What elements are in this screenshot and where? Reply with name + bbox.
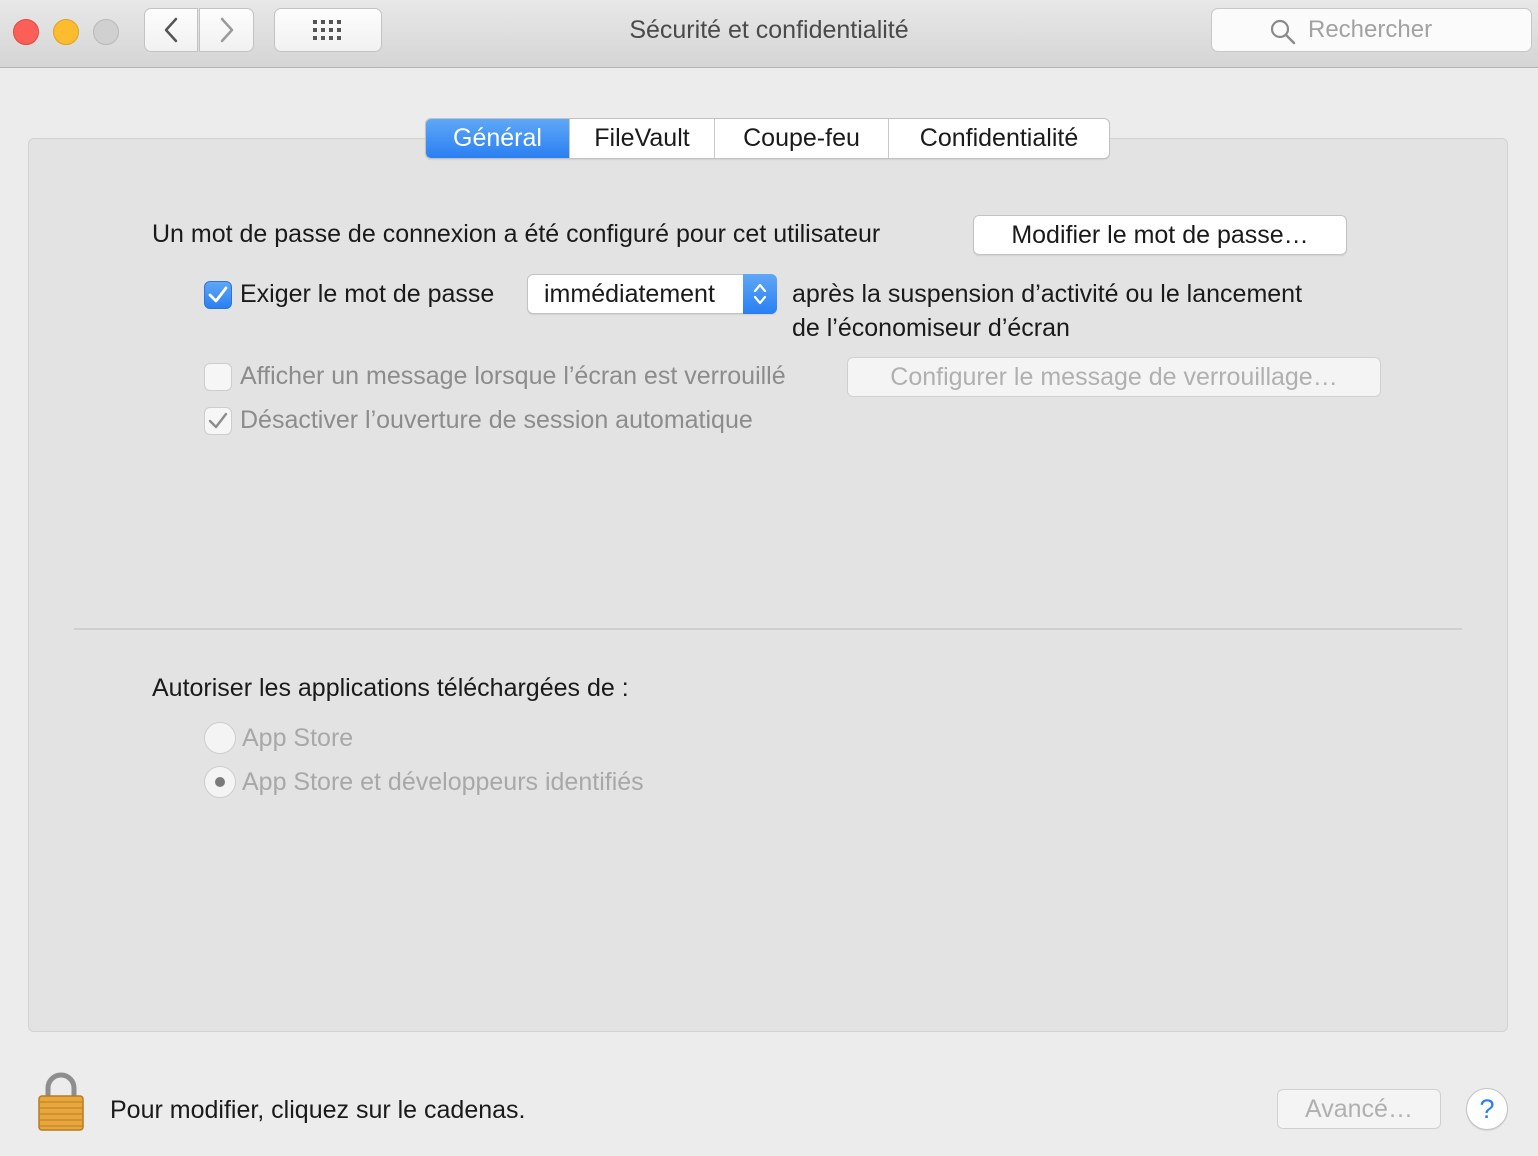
downloads-heading: Autoriser les applications téléchargées … [152,674,629,702]
require-password-after-text-1: après la suspension d’activité ou le lan… [792,280,1303,308]
require-password-label: Exiger le mot de passe [240,280,495,308]
disable-auto-login-label: Désactiver l’ouverture de session automa… [240,406,753,434]
radio-app-store-identified-label: App Store et développeurs identifiés [242,768,644,796]
password-delay-value: immédiatement [544,279,715,308]
show-message-checkbox[interactable] [204,363,232,391]
tab-firewall[interactable]: Coupe-feu [715,119,889,158]
help-button[interactable]: ? [1466,1088,1508,1130]
tab-general[interactable]: Général [426,119,570,158]
show-message-label: Afficher un message lorsque l’écran est … [240,362,786,390]
title-bar: Sécurité et confidentialité [0,0,1538,68]
lock-icon[interactable] [36,1072,86,1132]
popup-arrows-icon [743,274,777,314]
lock-instruction-text: Pour modifier, cliquez sur le cadenas. [110,1096,526,1124]
password-status-text: Un mot de passe de connexion a été confi… [152,220,881,248]
require-password-after-text-2: de l’économiseur d’écran [792,314,1070,342]
advanced-button[interactable]: Avancé… [1277,1089,1441,1129]
password-delay-popup[interactable]: immédiatement [527,274,777,314]
checkmark-icon [208,412,228,429]
search-field[interactable] [1211,8,1538,52]
require-password-checkbox[interactable] [204,281,232,309]
checkmark-icon [208,286,228,303]
section-divider [74,628,1462,630]
change-password-button[interactable]: Modifier le mot de passe… [973,215,1347,255]
tab-filevault[interactable]: FileVault [570,119,715,158]
content-panel [28,138,1508,1032]
tab-bar: Général FileVault Coupe-feu Confidential… [425,118,1110,159]
radio-app-store-label: App Store [242,724,354,752]
configure-lock-message-button[interactable]: Configurer le message de verrouillage… [847,357,1381,397]
search-input[interactable] [1308,16,1538,44]
disable-auto-login-checkbox[interactable] [204,407,232,435]
search-icon [1270,19,1296,45]
radio-app-store[interactable] [204,722,236,754]
radio-selected-dot [215,777,225,787]
tab-privacy[interactable]: Confidentialité [889,119,1109,158]
radio-app-store-identified[interactable] [204,766,236,798]
